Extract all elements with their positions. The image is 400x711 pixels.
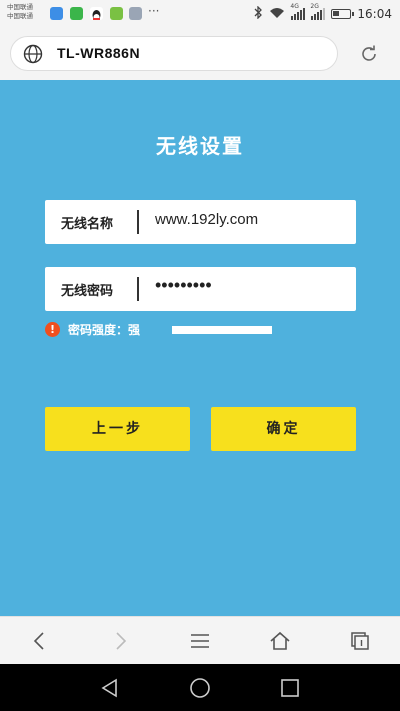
nav-back-icon[interactable] xyxy=(98,676,122,700)
url-text: TL-WR886N xyxy=(57,45,141,61)
field-divider xyxy=(137,277,139,301)
tabs-icon[interactable] xyxy=(349,630,371,652)
globe-icon xyxy=(23,44,43,64)
battery-icon xyxy=(331,9,355,19)
ssid-input[interactable]: www.192ly.com xyxy=(155,211,258,228)
previous-step-button[interactable]: 上一步 xyxy=(45,407,190,451)
password-label: 无线密码 xyxy=(61,284,114,299)
message-app-icon xyxy=(110,7,123,20)
carrier-label-1: 中国联通 xyxy=(7,3,33,11)
strength-label: 密码强度：强 xyxy=(68,322,141,337)
strength-meter xyxy=(172,326,272,334)
bluetooth-icon xyxy=(254,4,263,23)
network-2g-label: 2G xyxy=(310,3,319,10)
carrier-labels: 中国联通 中国联通 xyxy=(7,3,33,21)
signal-2g-icon: 2G xyxy=(310,3,326,20)
status-bar: 中国联通 中国联通 ··· 4G 2G 16:04 xyxy=(0,0,400,28)
password-input[interactable]: ••••••••• xyxy=(155,275,212,296)
carrier-label-2: 中国联通 xyxy=(7,12,33,20)
browser-toolbar xyxy=(0,616,400,664)
ssid-field[interactable]: 无线名称 www.192ly.com xyxy=(45,200,356,244)
reload-icon[interactable] xyxy=(358,43,380,65)
field-divider xyxy=(137,210,139,234)
cloud-app-icon xyxy=(50,7,63,20)
nav-recents-icon[interactable] xyxy=(278,676,302,700)
status-indicators: 4G 2G 16:04 xyxy=(254,3,392,23)
more-notifications-icon: ··· xyxy=(148,4,160,18)
menu-icon[interactable] xyxy=(189,630,211,652)
password-field[interactable]: 无线密码 ••••••••• xyxy=(45,267,356,311)
forward-icon[interactable] xyxy=(109,630,131,652)
page-title: 无线设置 xyxy=(156,134,244,158)
wechat-icon xyxy=(70,7,83,20)
nav-home-icon[interactable] xyxy=(188,676,212,700)
ssid-label: 无线名称 xyxy=(61,217,114,232)
browser-address-bar: TL-WR886N xyxy=(0,28,400,80)
home-icon[interactable] xyxy=(269,630,291,652)
gallery-icon xyxy=(129,7,142,20)
url-field[interactable]: TL-WR886N xyxy=(10,36,338,71)
password-strength: ! 密码强度：强 xyxy=(45,321,272,337)
confirm-button[interactable]: 确定 xyxy=(211,407,356,451)
wifi-icon xyxy=(269,7,285,22)
back-icon[interactable] xyxy=(29,630,51,652)
warning-icon: ! xyxy=(45,321,60,337)
wireless-settings-page: 无线设置 无线名称 www.192ly.com 无线密码 ••••••••• !… xyxy=(0,80,400,616)
signal-4g-icon: 4G xyxy=(290,3,306,20)
qq-icon xyxy=(90,7,103,20)
network-4g-label: 4G xyxy=(290,3,299,10)
system-navigation-bar xyxy=(0,664,400,711)
clock: 16:04 xyxy=(357,7,392,21)
